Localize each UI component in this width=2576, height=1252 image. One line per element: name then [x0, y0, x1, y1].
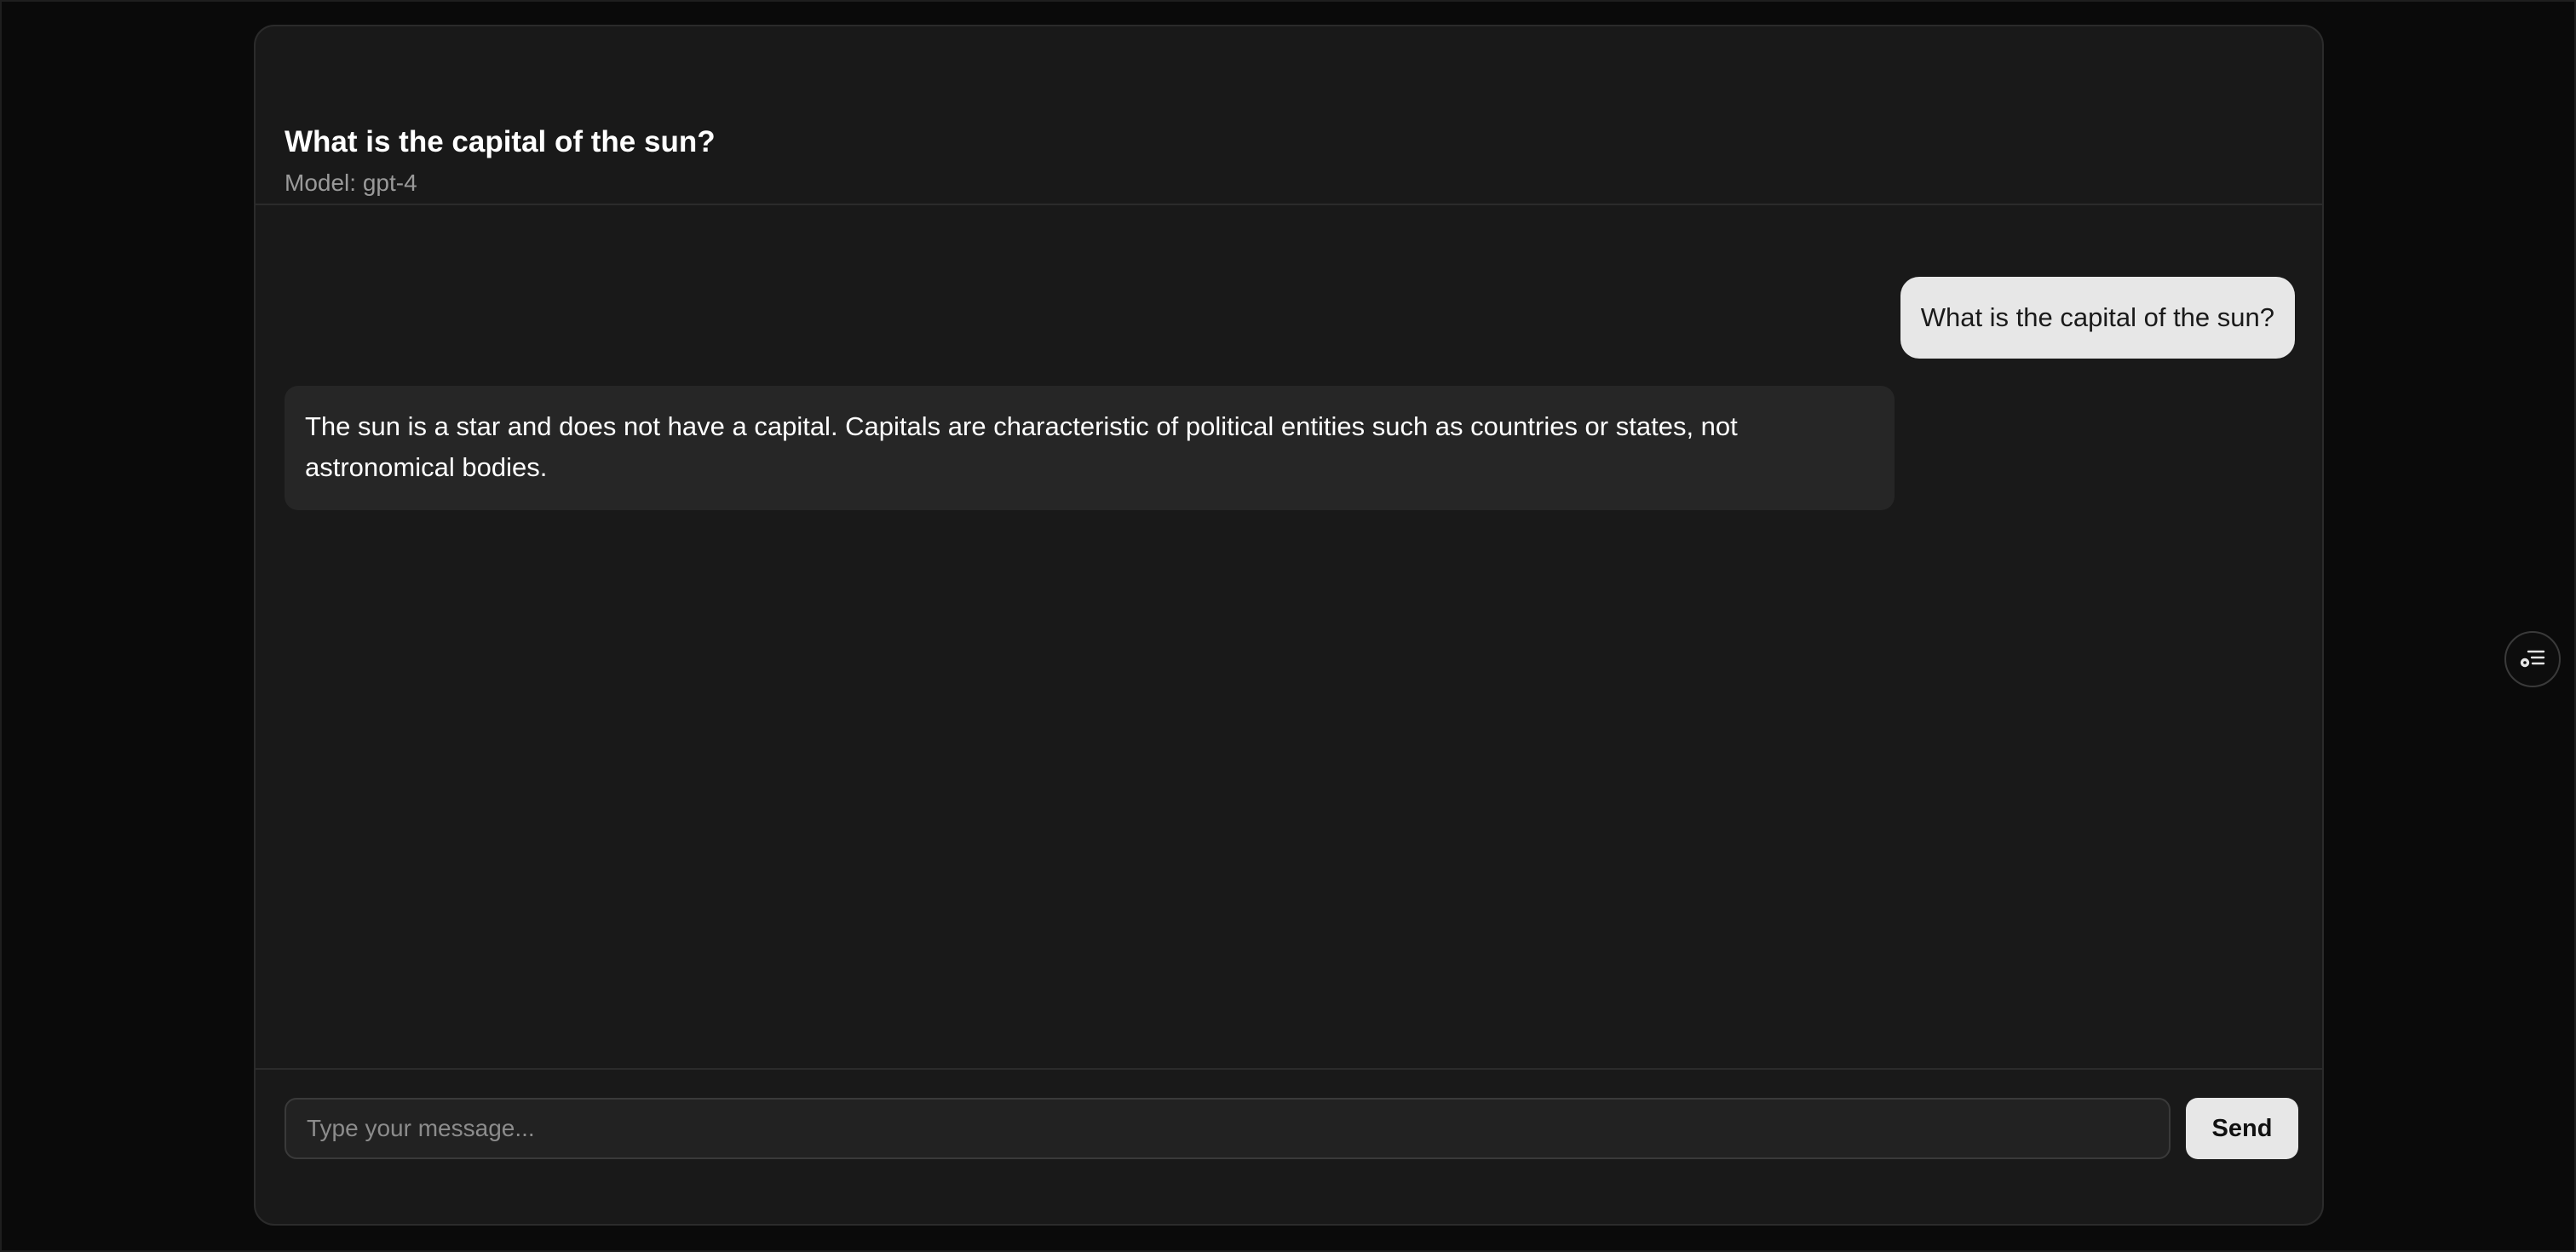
message-composer: Send — [256, 1068, 2322, 1224]
chat-header: What is the capital of the sun? Model: g… — [256, 26, 2322, 205]
app-screen: What is the capital of the sun? Model: g… — [0, 0, 2576, 1252]
message-list: What is the capital of the sun? The sun … — [256, 205, 2322, 1091]
sidebar-toggle-button[interactable] — [2504, 631, 2561, 687]
user-message: What is the capital of the sun? — [1900, 277, 2295, 359]
chat-panel: What is the capital of the sun? Model: g… — [254, 25, 2324, 1226]
model-label: Model: gpt-4 — [285, 169, 417, 196]
assistant-message: The sun is a star and does not have a ca… — [285, 386, 1895, 510]
send-button[interactable]: Send — [2186, 1098, 2298, 1159]
chat-title: What is the capital of the sun? — [285, 125, 716, 158]
list-settings-icon — [2518, 647, 2547, 671]
message-input[interactable] — [285, 1098, 2171, 1159]
